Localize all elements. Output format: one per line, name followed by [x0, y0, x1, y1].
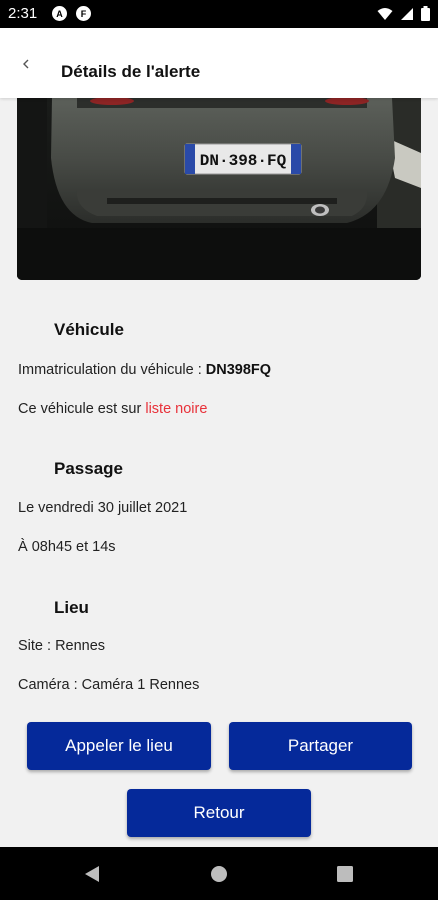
- system-nav-bar: [0, 847, 438, 900]
- app-bar: Détails de l'alerte: [0, 28, 438, 98]
- nav-home-button[interactable]: [207, 862, 231, 886]
- status-time: 2:31: [8, 5, 38, 22]
- vehicle-heading: Véhicule: [54, 320, 124, 339]
- app-f-icon: F: [76, 6, 91, 21]
- signal-icon: [401, 7, 413, 20]
- page-title: Détails de l'alerte: [61, 62, 201, 81]
- app-a-icon: A: [52, 6, 67, 21]
- location-site: Site : Rennes: [18, 638, 106, 654]
- blacklist-link[interactable]: liste noire: [145, 401, 207, 417]
- nav-back-button[interactable]: [80, 862, 104, 886]
- passage-heading: Passage: [54, 459, 123, 478]
- passage-time: À 08h45 et 14s: [18, 539, 116, 555]
- home-circle-icon: [211, 866, 227, 882]
- chevron-left-icon: [23, 59, 29, 69]
- plate-line: Immatriculation du véhicule : DN398FQ: [18, 362, 271, 378]
- nav-recents-button[interactable]: [333, 862, 357, 886]
- vehicle-photo: DN·398·FQ: [17, 98, 421, 280]
- call-location-button[interactable]: Appeler le lieu: [27, 722, 211, 770]
- plate-text: DN·398·FQ: [200, 152, 287, 170]
- wifi-icon: [377, 7, 393, 20]
- passage-date: Le vendredi 30 juillet 2021: [18, 500, 188, 516]
- blacklist-prefix: Ce véhicule est sur: [18, 401, 146, 417]
- plate-value: DN398FQ: [205, 362, 272, 378]
- blacklist-line: Ce véhicule est sur liste noire: [18, 401, 207, 417]
- plate-label: Immatriculation du véhicule :: [18, 362, 206, 378]
- return-button[interactable]: Retour: [127, 789, 311, 837]
- status-bar: 2:31 A F: [0, 0, 438, 28]
- back-button[interactable]: [14, 54, 38, 74]
- location-heading: Lieu: [54, 598, 89, 617]
- back-triangle-icon: [85, 866, 99, 882]
- recents-square-icon: [337, 866, 353, 882]
- battery-icon: [421, 6, 430, 21]
- location-camera: Caméra : Caméra 1 Rennes: [18, 677, 200, 693]
- share-button[interactable]: Partager: [229, 722, 412, 770]
